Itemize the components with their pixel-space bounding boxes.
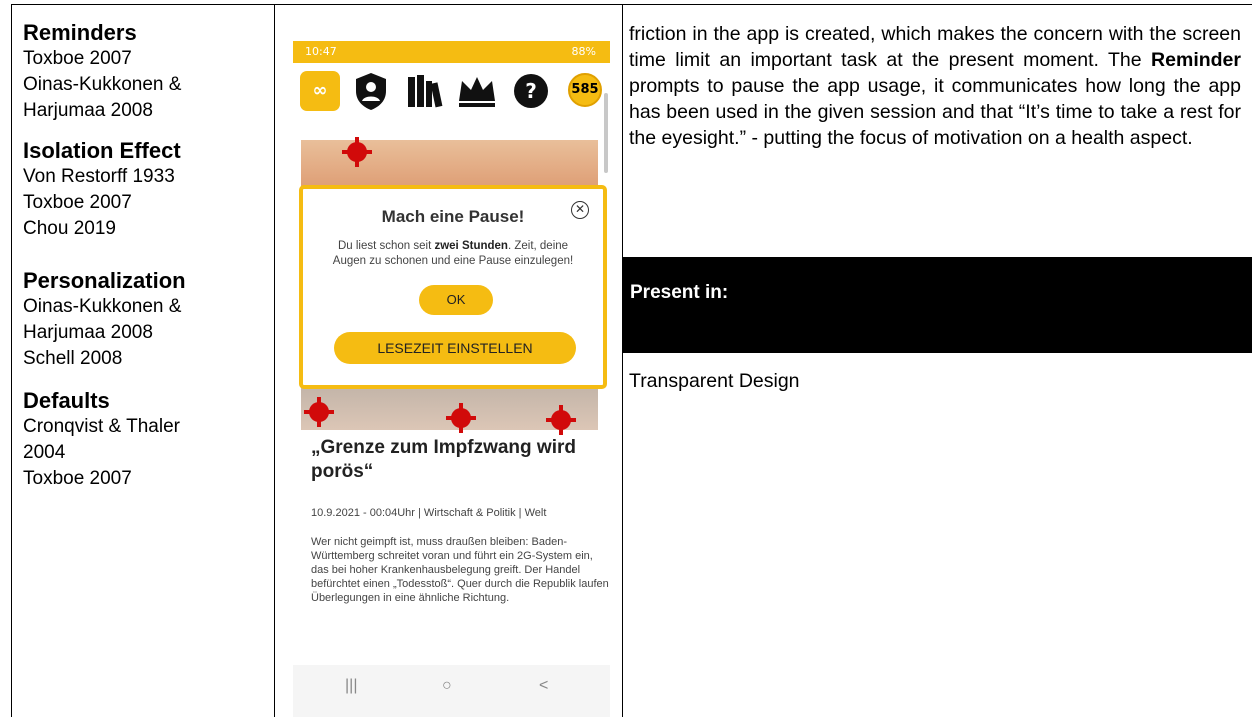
- virus-graphic: [304, 397, 334, 427]
- home-icon[interactable]: ○: [442, 677, 452, 695]
- reference: Toxboe 2007: [23, 192, 132, 213]
- status-time: 10:47: [305, 45, 337, 58]
- status-bar: 10:47 88%: [293, 41, 610, 63]
- column-divider-1: [274, 5, 275, 717]
- section-heading: Defaults: [23, 388, 110, 413]
- section-heading: Personalization: [23, 268, 186, 293]
- reference: Toxboe 2007: [23, 48, 132, 69]
- section-personalization: Personalization Oinas-Kukkonen & Harjuma…: [23, 268, 273, 372]
- reference: Schell 2008: [23, 348, 123, 369]
- dialog-message: Du liest schon seit zwei Stunden. Zeit, …: [332, 240, 574, 267]
- scrollbar[interactable]: [604, 93, 608, 173]
- present-in-item: Transparent Design: [629, 370, 800, 392]
- section-defaults: Defaults Cronqvist & Thaler 2004 Toxboe …: [23, 388, 273, 492]
- reference: Harjumaa 2008: [23, 322, 153, 343]
- section-heading: Isolation Effect: [23, 138, 181, 163]
- back-icon[interactable]: <: [539, 677, 548, 695]
- android-nav-bar: ||| ○ <: [293, 665, 610, 717]
- article-headline[interactable]: „Grenze zum Impfzwang wird porös“: [311, 436, 611, 484]
- dialog-title: Mach eine Pause!: [381, 207, 525, 226]
- column-divider-2: [622, 5, 623, 717]
- virus-graphic: [446, 403, 476, 433]
- logo-icon[interactable]: ∞: [300, 71, 340, 111]
- reference: Toxboe 2007: [23, 468, 132, 489]
- reference: Cronqvist & Thaler: [23, 416, 180, 437]
- pause-dialog: Mach eine Pause! ✕ Du liest schon seit z…: [299, 185, 607, 389]
- section-reminders: Reminders Toxboe 2007 Oinas-Kukkonen & H…: [23, 20, 273, 124]
- reference: Von Restorff 1933: [23, 166, 175, 187]
- coin-counter[interactable]: 585: [568, 73, 602, 107]
- crown-icon[interactable]: [456, 71, 498, 111]
- shield-user-icon[interactable]: [353, 71, 389, 111]
- set-reading-time-button[interactable]: LESEZEIT EINSTELLEN: [334, 332, 576, 364]
- reference: 2004: [23, 442, 66, 463]
- section-isolation-effect: Isolation Effect Von Restorff 1933 Toxbo…: [23, 138, 273, 242]
- help-icon[interactable]: ?: [512, 71, 550, 111]
- present-in-header: Present in:: [622, 257, 1252, 353]
- article-teaser: Wer nicht geimpft ist, muss draußen blei…: [311, 536, 609, 604]
- section-heading: Reminders: [23, 20, 137, 45]
- books-icon[interactable]: [405, 71, 445, 111]
- description-paragraph: friction in the app is created, which ma…: [629, 23, 1241, 149]
- recent-apps-icon[interactable]: |||: [345, 677, 357, 695]
- reference: Harjumaa 2008: [23, 100, 153, 121]
- virus-graphic: [342, 137, 372, 167]
- svg-text:?: ?: [525, 79, 537, 103]
- article-meta: 10.9.2021 - 00:04Uhr | Wirtschaft & Poli…: [311, 507, 547, 519]
- virus-graphic: [546, 405, 576, 435]
- reference: Oinas-Kukkonen &: [23, 296, 182, 317]
- reference: Chou 2019: [23, 218, 116, 239]
- ok-button[interactable]: OK: [419, 285, 493, 315]
- close-icon[interactable]: ✕: [571, 201, 589, 219]
- present-in-label: Present in:: [630, 282, 729, 303]
- reference-list: Reminders Toxboe 2007 Oinas-Kukkonen & H…: [23, 20, 273, 492]
- reference: Oinas-Kukkonen &: [23, 74, 182, 95]
- app-toolbar: ∞ ? 585: [293, 63, 610, 123]
- battery-level: 88%: [571, 45, 596, 58]
